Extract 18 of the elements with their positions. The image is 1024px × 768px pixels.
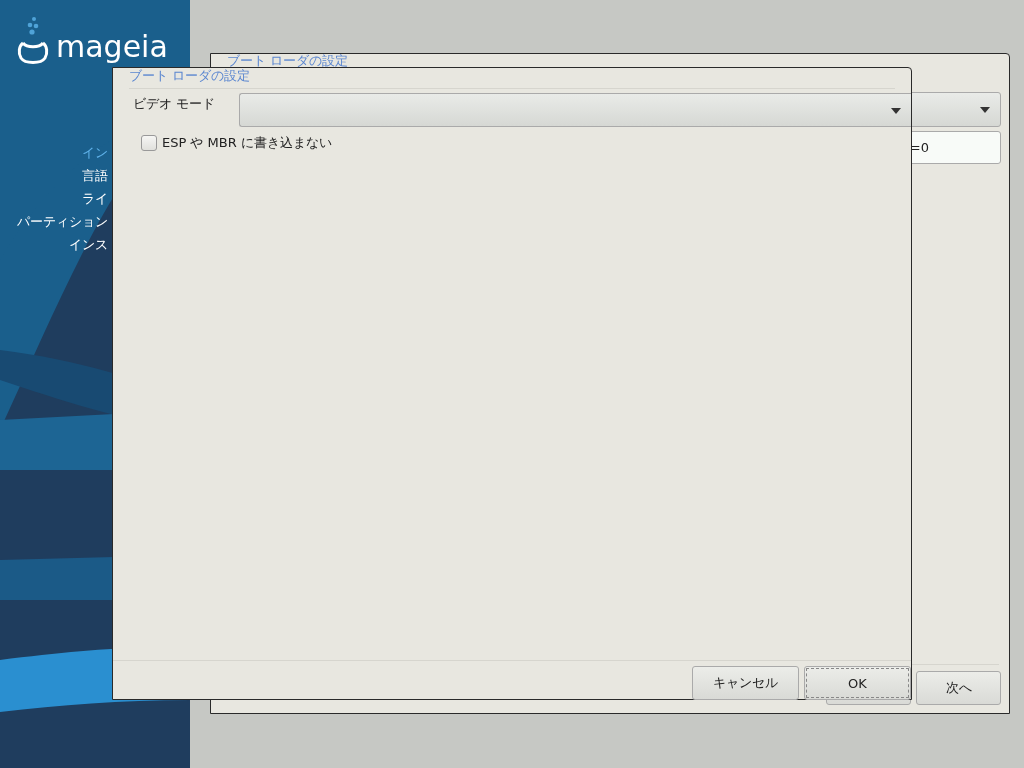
step-item: ライ <box>82 190 108 208</box>
checkbox[interactable] <box>141 135 157 151</box>
dialog-button[interactable]: OK <box>804 666 911 700</box>
dialog-title: ブート ローダの設定 <box>128 68 252 84</box>
step-item: パーティション <box>17 213 108 231</box>
checkbox-label: ESP や MBR に書き込まない <box>162 134 332 152</box>
window-title: ブート ローダの設定 <box>227 54 348 67</box>
caret-icon <box>980 107 990 113</box>
dialog-button[interactable]: キャンセル <box>692 666 799 700</box>
next-button[interactable]: 次へ <box>916 671 1001 705</box>
video-mode-dropdown[interactable] <box>239 93 911 127</box>
logo-text: mageia <box>56 28 168 66</box>
step-item: イン <box>82 144 108 162</box>
video-mode-label: ビデオ モード <box>132 95 217 113</box>
step-item: インス <box>69 236 108 254</box>
caret-icon <box>891 108 901 114</box>
cauldron-icon <box>16 16 50 66</box>
step-item: 言語 <box>82 167 108 185</box>
